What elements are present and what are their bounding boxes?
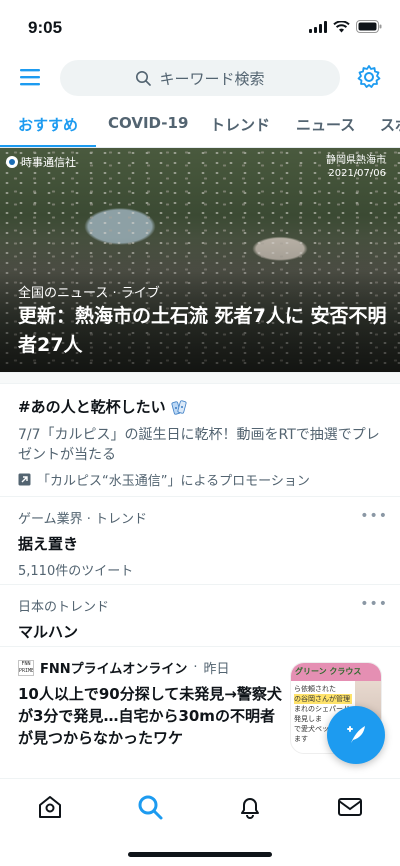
tab-trends[interactable]: トレンド xyxy=(210,114,270,135)
tab-recommended[interactable]: おすすめ xyxy=(18,114,78,135)
search-placeholder: キーワード検索 xyxy=(159,69,265,88)
trend-name: 据え置き xyxy=(18,535,79,553)
trend-tweet-count: 5,110件のツイート xyxy=(18,564,134,579)
jiji-logo: 時事通信社 xyxy=(6,154,76,170)
menu-icon[interactable] xyxy=(18,66,42,88)
promoted-icon xyxy=(18,473,31,486)
hero-news-card[interactable]: 時事通信社 静岡県熱海市 2021/07/06 全国のニュース · ライブ 更新… xyxy=(0,148,400,372)
trend-item[interactable]: 日本のトレンド マルハン ••• xyxy=(18,596,388,642)
promo-description: 7/7「カルピス」の誕生日に乾杯！動画をRTで抽選でプレゼントが当たる xyxy=(18,427,380,463)
explore-header: キーワード検索 xyxy=(0,56,400,100)
home-indicator xyxy=(128,852,272,857)
hero-category: 全国のニュース · ライブ xyxy=(18,286,160,301)
tab-news[interactable]: ニュース xyxy=(296,114,355,135)
calpis-bottle-icon xyxy=(171,399,187,415)
search-icon[interactable] xyxy=(136,793,164,821)
cellular-signal-icon xyxy=(309,20,327,33)
fnn-logo: FNN PRIME xyxy=(18,659,34,676)
promoted-by-label: 「カルピス“水玉通信”」によるプロモーション xyxy=(37,474,310,489)
compose-icon xyxy=(347,726,365,743)
compose-tweet-button[interactable] xyxy=(327,706,385,764)
trend-name: マルハン xyxy=(18,623,79,641)
search-input[interactable]: キーワード検索 xyxy=(60,60,340,96)
trend-item[interactable]: ゲーム業界 · トレンド 据え置き 5,110件のツイート ••• xyxy=(18,508,388,579)
news-time: 昨日 xyxy=(203,662,230,677)
home-icon[interactable] xyxy=(36,793,64,821)
search-icon xyxy=(136,71,152,86)
status-icons xyxy=(309,20,382,33)
hero-title: 更新：熱海市の土石流 死者7人に 安否不明者27人 xyxy=(18,305,387,356)
trend-category: ゲーム業界 · トレンド xyxy=(18,512,148,527)
explore-tabs: おすすめ COVID-19 トレンド ニュース スポ xyxy=(0,104,400,148)
status-bar: 9:05 xyxy=(0,0,400,56)
news-title: 10人以上で90分探して未発見→警察犬が3分で発見…自宅から30mの不明者が見つ… xyxy=(18,685,282,747)
jiji-logo-icon xyxy=(6,156,18,168)
more-options-icon[interactable]: ••• xyxy=(360,596,388,612)
news-source: FNNプライムオンライン xyxy=(40,662,188,677)
promo-title: #あの人と乾杯したい xyxy=(18,398,166,416)
trend-category: 日本のトレンド xyxy=(18,600,110,615)
promoted-trend[interactable]: #あの人と乾杯したい 7/7「カルピス」の誕生日に乾杯！動画をRTで抽選でプレゼ… xyxy=(18,396,388,489)
hero-location-stamp: 静岡県熱海市 2021/07/06 xyxy=(326,155,386,179)
more-options-icon[interactable]: ••• xyxy=(360,508,388,524)
tab-sports[interactable]: スポ xyxy=(380,114,400,135)
bell-icon[interactable] xyxy=(236,793,264,821)
status-time: 9:05 xyxy=(28,18,63,37)
mail-icon[interactable] xyxy=(336,793,364,821)
battery-icon xyxy=(356,20,382,33)
wifi-icon xyxy=(333,20,350,32)
gear-icon[interactable] xyxy=(356,64,382,90)
tab-covid19[interactable]: COVID-19 xyxy=(108,114,188,132)
section-divider xyxy=(0,372,400,384)
